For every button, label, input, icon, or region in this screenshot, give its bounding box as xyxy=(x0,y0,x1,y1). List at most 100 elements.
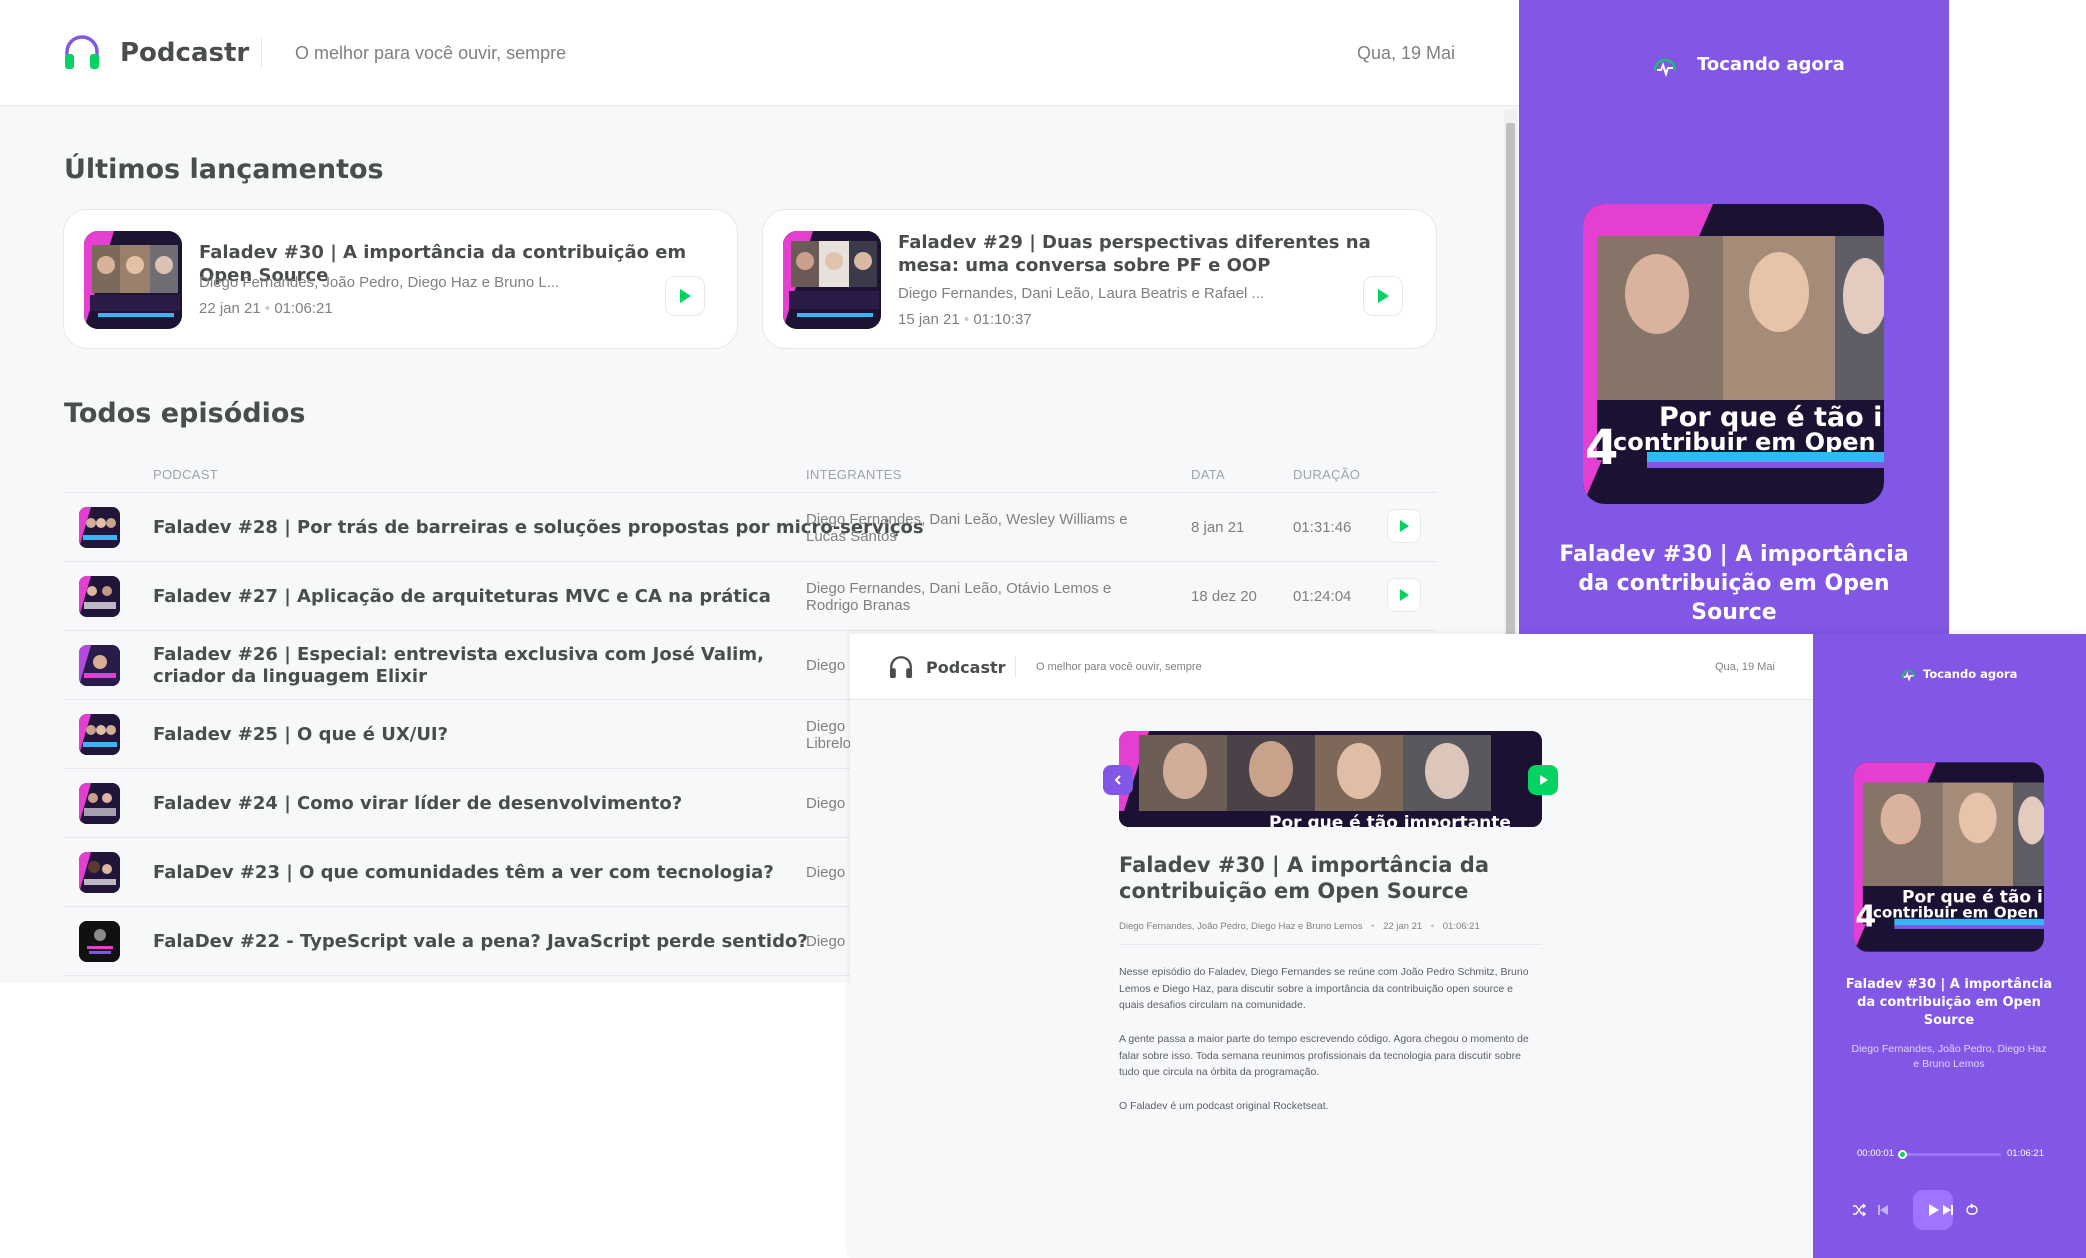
episode-members: Diego Fernandes, Dani Leão, Otávio Lemos… xyxy=(806,580,1112,614)
episode-title: Faladev #30 | A importância da contribui… xyxy=(1119,853,1489,903)
description-paragraph: O Faladev é um podcast original Rocketse… xyxy=(1119,1100,1329,1112)
episode-title[interactable]: Faladev #25 | O que é UX/UI? xyxy=(153,724,448,746)
meta-dot: • xyxy=(1430,921,1435,932)
header-divider xyxy=(1015,656,1016,678)
episode-duration: 01:06:21 xyxy=(1442,921,1480,932)
column-header-date: DATA xyxy=(1191,467,1225,482)
current-episode-title: Faladev #30 | A importância da contribui… xyxy=(1559,542,1909,625)
play-episode-button[interactable] xyxy=(1528,765,1558,795)
episode-thumbnail xyxy=(84,231,182,329)
cover-number: 4 xyxy=(1855,899,1876,934)
current-time: 00:00:01 xyxy=(1857,1148,1894,1159)
column-header-duration: DURAÇÃO xyxy=(1293,467,1361,482)
table-row[interactable]: Faladev #27 | Aplicação de arquiteturas … xyxy=(63,562,1437,631)
progress-handle[interactable] xyxy=(1898,1150,1908,1159)
all-episodes-title: Todos episódios xyxy=(64,398,306,429)
episode-members: Diego xyxy=(806,933,846,950)
episode-meta: 22 jan 21 • 01:06:21 xyxy=(199,300,333,317)
latest-episode-card[interactable]: Faladev #29 | Duas perspectivas diferent… xyxy=(762,209,1437,349)
episode-duration: 01:24:04 xyxy=(1293,588,1352,605)
episode-date: 15 jan 21 xyxy=(898,311,960,328)
current-episode-members: Diego Fernandes, João Pedro, Diego Haz e… xyxy=(1851,1043,2047,1070)
episode-thumbnail-image xyxy=(783,231,881,329)
episode-banner-image: Por que é tão importante xyxy=(1119,731,1542,827)
play-button[interactable] xyxy=(1387,578,1421,612)
table-row[interactable]: Faladev #28 | Por trás de barreiras e so… xyxy=(63,493,1437,562)
episode-thumbnail-image xyxy=(79,921,120,962)
episode-title[interactable]: Faladev #26 | Especial: entrevista exclu… xyxy=(153,644,783,688)
play-icon xyxy=(1540,775,1548,785)
current-episode-title: Faladev #30 | A importância da contribui… xyxy=(1845,977,2053,1028)
latest-episode-card[interactable]: Faladev #30 | A importância da contribui… xyxy=(63,209,738,349)
episode-members: Diego xyxy=(806,657,846,674)
episode-banner: Por que é tão importante xyxy=(1119,731,1542,827)
play-icon xyxy=(1378,289,1389,303)
current-episode-cover: Por que é tão imp contribuir em Open S 4 xyxy=(1854,762,2044,952)
episode-thumbnail-image xyxy=(84,231,182,329)
app-name: Podcastr xyxy=(120,38,250,68)
shuffle-icon xyxy=(1853,1203,1866,1217)
episode-meta: Diego Fernandes, João Pedro, Diego Haz e… xyxy=(1119,921,1480,932)
episode-screen: Podcastr O melhor para você ouvir, sempr… xyxy=(850,634,2086,1258)
description-paragraph: Nesse episódio do Faladev, Diego Fernand… xyxy=(1119,966,1529,1011)
header: Podcastr O melhor para você ouvir, sempr… xyxy=(0,0,1519,106)
repeat-icon xyxy=(1966,1203,1978,1215)
episode-thumbnail-image xyxy=(79,783,120,824)
player-panel: Tocando agora Por que é tão imp contribu… xyxy=(1813,634,2086,1258)
episode-cover-image: Por que é tão imp contribuir em Open S 4 xyxy=(1854,762,2044,952)
play-button[interactable] xyxy=(1363,276,1403,316)
playing-wave-icon xyxy=(1654,59,1676,78)
episode-date: 22 jan 21 xyxy=(1383,921,1423,932)
skip-back-icon xyxy=(1878,1205,1888,1215)
episode-meta: 15 jan 21 • 01:10:37 xyxy=(898,311,1032,328)
shuffle-button[interactable] xyxy=(1849,1200,1869,1220)
repeat-button[interactable] xyxy=(1962,1200,1982,1220)
episode-thumbnail-image xyxy=(79,576,120,617)
cover-number: 4 xyxy=(1585,420,1618,476)
banner-text: Por que é tão importante xyxy=(1269,813,1511,827)
play-button[interactable] xyxy=(665,276,705,316)
episode-members: Diego xyxy=(806,864,846,881)
episode-date: 22 jan 21 xyxy=(199,300,261,317)
header-divider xyxy=(261,38,262,68)
episode-thumbnail-image xyxy=(79,645,120,686)
next-button[interactable] xyxy=(1938,1200,1958,1220)
chevron-left-icon xyxy=(1114,775,1121,785)
episode-thumbnail xyxy=(79,576,120,617)
total-time: 01:06:21 xyxy=(2007,1148,2044,1159)
headphones-icon xyxy=(65,35,99,69)
episode-thumbnail xyxy=(79,852,120,893)
skip-forward-icon xyxy=(1943,1205,1953,1215)
episode-thumbnail xyxy=(783,231,881,329)
column-header-members: INTEGRANTES xyxy=(806,467,902,482)
cover-title-line2: contribuir em Open S xyxy=(1613,428,1884,456)
description-paragraph: A gente passa a maior parte do tempo esc… xyxy=(1119,1033,1529,1078)
previous-button[interactable] xyxy=(1873,1200,1893,1220)
back-button[interactable] xyxy=(1103,765,1133,795)
episode-cover-image: Por que é tão imp contribuir em Open S 4 xyxy=(1583,204,1884,504)
episode-title[interactable]: FalaDev #23 | O que comunidades têm a ve… xyxy=(153,862,774,884)
episode-title[interactable]: FalaDev #22 - TypeScript vale a pena? Ja… xyxy=(153,931,808,953)
episode-title[interactable]: Faladev #29 | Duas perspectivas diferent… xyxy=(898,231,1408,277)
episode-title[interactable]: Faladev #27 | Aplicação de arquiteturas … xyxy=(153,586,771,608)
episode-duration: 01:10:37 xyxy=(973,311,1032,328)
now-playing-label: Tocando agora xyxy=(1697,54,1845,75)
episode-date: 8 jan 21 xyxy=(1191,519,1245,536)
episode-members: Diego xyxy=(806,795,846,812)
play-icon xyxy=(680,289,691,303)
meta-dot: • xyxy=(1371,921,1375,932)
episode-thumbnail-image xyxy=(79,852,120,893)
play-button[interactable] xyxy=(1387,509,1421,543)
episode-title[interactable]: Faladev #24 | Como virar líder de desenv… xyxy=(153,793,682,815)
progress-slider[interactable] xyxy=(1898,1150,2001,1159)
episode-duration: 01:06:21 xyxy=(274,300,333,317)
current-episode-cover: Por que é tão imp contribuir em Open S 4 xyxy=(1583,204,1884,504)
header: Podcastr O melhor para você ouvir, sempr… xyxy=(850,634,1813,700)
episode-members: Diego Fernandes, Dani Leão, Wesley Willi… xyxy=(806,511,1128,545)
headphones-icon xyxy=(889,656,913,679)
playing-wave-icon xyxy=(1901,670,1916,682)
column-header-podcast: PODCAST xyxy=(153,467,218,482)
episode-thumbnail-image xyxy=(79,507,120,548)
content-divider xyxy=(1119,944,1542,945)
episode-thumbnail xyxy=(79,507,120,548)
